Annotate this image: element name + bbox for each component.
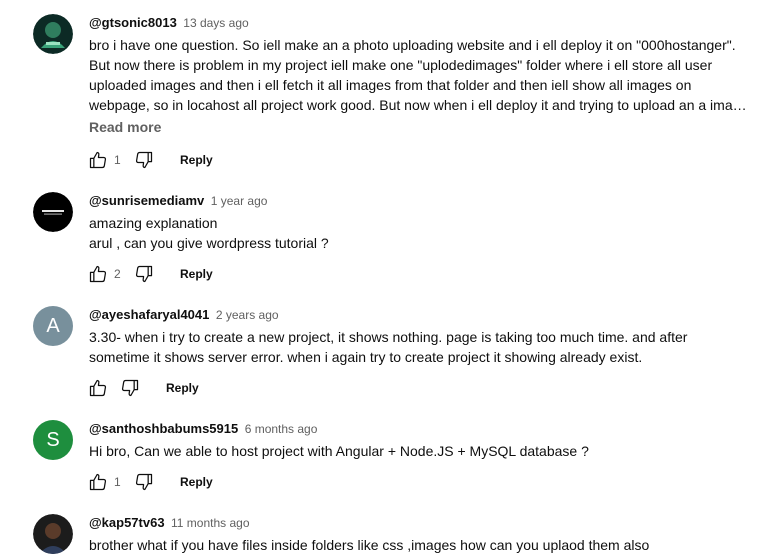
reply-button[interactable]: Reply [166,381,199,395]
author-name[interactable]: @kap57tv63 [89,515,165,530]
dislike-button[interactable] [134,150,154,170]
like-count: 1 [114,153,121,167]
comment-text: 3.30- when i try to create a new project… [89,327,748,367]
avatar[interactable] [33,192,73,232]
avatar-letter: S [46,428,60,451]
dislike-button[interactable] [134,264,154,284]
author-name[interactable]: @ayeshafaryal4041 [89,307,209,322]
like-button[interactable] [88,378,108,398]
comment-text: brother what if you have files inside fo… [89,535,748,555]
read-more-button[interactable]: Read more [89,119,161,135]
like-button[interactable] [88,472,108,492]
like-button[interactable] [88,264,108,284]
like-count: 1 [114,475,121,489]
avatar[interactable] [33,514,73,554]
thumbs-up-icon [89,265,107,283]
comment-line: webpage, so in locahost all project work… [89,97,748,113]
thumbs-up-icon [89,151,107,169]
author-name[interactable]: @sunrisemediamv [89,193,204,208]
reply-button[interactable]: Reply [180,267,213,281]
thumbs-down-icon [135,473,153,491]
dislike-button[interactable] [134,472,154,492]
comment-time[interactable]: 13 days ago [183,16,248,30]
comment-actions: 1 Reply [88,150,213,170]
comment-line: But now there is problem in my project i… [89,57,713,73]
like-button[interactable] [88,150,108,170]
comment-time[interactable]: 11 months ago [171,516,250,530]
comment-line: 3.30- when i try to create a new project… [89,329,688,345]
comment-time[interactable]: 6 months ago [245,422,318,436]
comment-text: amazing explanation arul , can you give … [89,213,748,253]
comment-time[interactable]: 2 years ago [216,308,279,322]
comment-actions: 1 Reply [88,472,213,492]
comment-actions: Reply [88,378,199,398]
comment-text: bro i have one question. So iell make an… [89,35,748,115]
comment-line: sometime it shows server error. when i a… [89,349,643,365]
avatar-image-icon [33,192,73,232]
comment-line: uploaded images and then i ell fetch it … [89,77,692,93]
comment-time[interactable]: 1 year ago [211,194,268,208]
comment-text: Hi bro, Can we able to host project with… [89,441,748,461]
comment-line: brother what if you have files inside fo… [89,537,650,553]
comment-line: arul , can you give wordpress tutorial ? [89,235,329,251]
like-count: 2 [114,267,121,281]
avatar-image-icon [33,14,73,54]
author-name[interactable]: @santhoshbabums5915 [89,421,238,436]
comment-line: bro i have one question. So iell make an… [89,37,736,53]
thumbs-up-icon [89,379,107,397]
avatar[interactable] [33,14,73,54]
avatar-image-icon [33,514,73,554]
author-name[interactable]: @gtsonic8013 [89,15,177,30]
comments-section: @gtsonic8013 13 days ago bro i have one … [0,0,760,558]
thumbs-down-icon [121,379,139,397]
avatar-letter: A [46,314,60,337]
comment-line: amazing explanation [89,215,218,231]
dislike-button[interactable] [120,378,140,398]
reply-button[interactable]: Reply [180,475,213,489]
avatar[interactable]: S [33,420,73,460]
comment-actions: 2 Reply [88,264,213,284]
thumbs-up-icon [89,473,107,491]
comment-line: Hi bro, Can we able to host project with… [89,443,589,459]
reply-button[interactable]: Reply [180,153,213,167]
avatar[interactable]: A [33,306,73,346]
thumbs-down-icon [135,151,153,169]
thumbs-down-icon [135,265,153,283]
